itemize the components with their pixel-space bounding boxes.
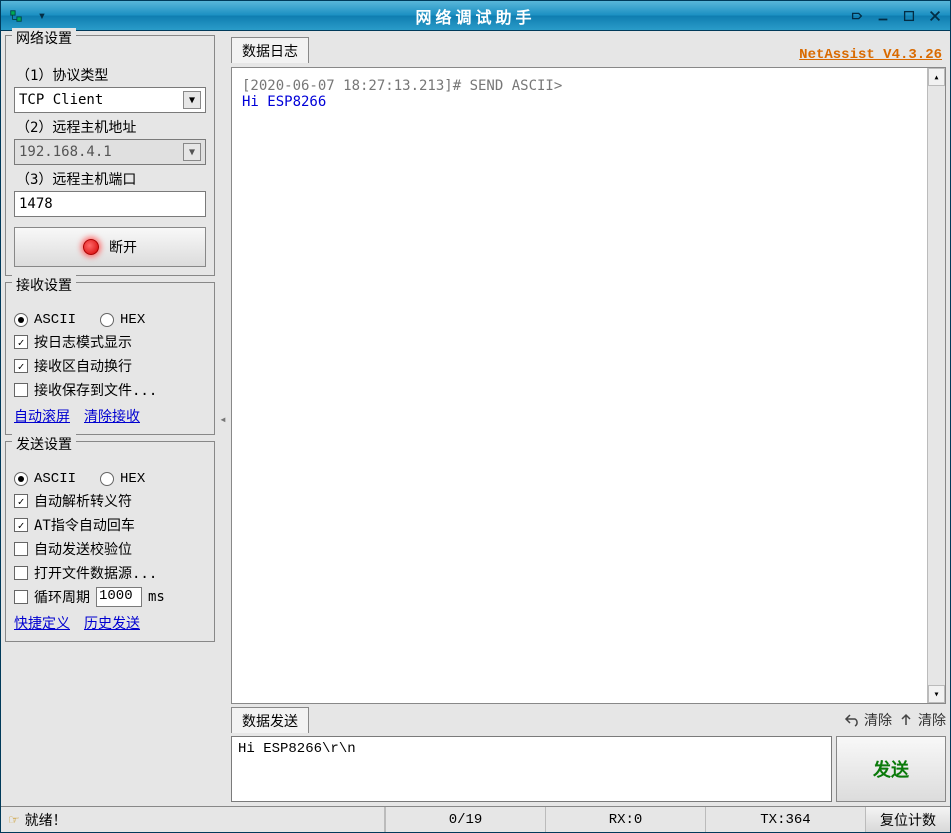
send-escape-checkbox[interactable] — [14, 494, 28, 508]
quick-define-link[interactable]: 快捷定义 — [14, 613, 70, 633]
send-atcr-label: AT指令自动回车 — [34, 515, 135, 535]
recv-wrap-label: 接收区自动换行 — [34, 356, 132, 376]
pin-icon[interactable] — [846, 6, 868, 26]
send-tab[interactable]: 数据发送 — [231, 707, 309, 733]
remote-host-select[interactable]: 192.168.4.1 ▼ — [14, 139, 206, 165]
disconnect-button[interactable]: 断开 — [14, 227, 206, 267]
send-openfile-checkbox[interactable] — [14, 566, 28, 580]
status-tx: TX:364 — [705, 807, 865, 832]
clear-left-button[interactable]: 清除 — [844, 710, 892, 730]
chevron-down-icon: ▼ — [183, 91, 201, 109]
send-settings-legend: 发送设置 — [12, 434, 76, 454]
remote-port-label: （3）远程主机端口 — [16, 169, 206, 189]
network-settings-group: 网络设置 （1）协议类型 TCP Client ▼ （2）远程主机地址 192.… — [5, 35, 215, 276]
status-bytes: 0/19 — [385, 807, 545, 832]
log-meta-line: [2020-06-07 18:27:13.213]# SEND ASCII> — [242, 78, 921, 94]
recording-dot-icon — [83, 239, 99, 255]
send-input[interactable]: Hi ESP8266\r\n — [231, 736, 832, 802]
send-button[interactable]: 发送 — [836, 736, 946, 802]
send-cycle-input[interactable]: 1000 — [96, 587, 142, 607]
sidebar: 网络设置 （1）协议类型 TCP Client ▼ （2）远程主机地址 192.… — [5, 35, 215, 802]
send-escape-label: 自动解析转义符 — [34, 491, 132, 511]
clear-right-button[interactable]: 清除 — [898, 710, 946, 730]
send-cycle-unit: ms — [148, 589, 165, 605]
window-title: 网络调试助手 — [1, 4, 950, 28]
log-body-line: Hi ESP8266 — [242, 94, 921, 110]
recv-save-label: 接收保存到文件... — [34, 380, 157, 400]
remote-port-input[interactable]: 1478 — [14, 191, 206, 217]
close-icon[interactable] — [924, 6, 946, 26]
clear-left-label: 清除 — [864, 710, 892, 730]
protocol-label: （1）协议类型 — [16, 65, 206, 85]
recv-ascii-label: ASCII — [34, 312, 76, 328]
statusbar: ☞ 就绪！ 0/19 RX:0 TX:364 复位计数 — [1, 806, 950, 832]
remote-host-label: （2）远程主机地址 — [16, 117, 206, 137]
scroll-down-icon[interactable]: ▾ — [928, 685, 945, 703]
pointer-icon: ☞ — [9, 810, 19, 829]
log-header: 数据日志 NetAssist V4.3.26 — [231, 35, 946, 63]
recv-logmode-checkbox[interactable] — [14, 335, 28, 349]
content-pane: 数据日志 NetAssist V4.3.26 [2020-06-07 18:27… — [231, 35, 946, 802]
maximize-icon[interactable] — [898, 6, 920, 26]
status-ready: 就绪！ — [25, 810, 67, 830]
protocol-value: TCP Client — [19, 92, 103, 108]
clear-right-label: 清除 — [918, 710, 946, 730]
remote-port-value: 1478 — [19, 196, 53, 212]
recv-ascii-radio[interactable] — [14, 313, 28, 327]
recv-wrap-checkbox[interactable] — [14, 359, 28, 373]
dropdown-icon[interactable]: ▾ — [31, 6, 53, 26]
send-ascii-radio[interactable] — [14, 472, 28, 486]
send-checksum-label: 自动发送校验位 — [34, 539, 132, 559]
history-send-link[interactable]: 历史发送 — [84, 613, 140, 633]
scroll-up-icon[interactable]: ▴ — [928, 68, 945, 86]
send-hex-label: HEX — [120, 471, 145, 487]
app-icon — [5, 6, 27, 26]
undo-icon — [844, 712, 860, 728]
version-link[interactable]: NetAssist V4.3.26 — [799, 47, 946, 63]
recv-hex-label: HEX — [120, 312, 145, 328]
log-area[interactable]: [2020-06-07 18:27:13.213]# SEND ASCII> H… — [231, 67, 946, 704]
send-hex-radio[interactable] — [100, 472, 114, 486]
clear-recv-link[interactable]: 清除接收 — [84, 406, 140, 426]
network-settings-legend: 网络设置 — [12, 28, 76, 48]
titlebar: ▾ 网络调试助手 — [1, 1, 950, 31]
recv-logmode-label: 按日志模式显示 — [34, 332, 132, 352]
recv-save-checkbox[interactable] — [14, 383, 28, 397]
send-header: 数据发送 清除 清除 — [231, 708, 946, 732]
receive-settings-legend: 接收设置 — [12, 275, 76, 295]
send-atcr-checkbox[interactable] — [14, 518, 28, 532]
recv-hex-radio[interactable] — [100, 313, 114, 327]
auto-scroll-link[interactable]: 自动滚屏 — [14, 406, 70, 426]
up-icon — [898, 712, 914, 728]
minimize-icon[interactable] — [872, 6, 894, 26]
remote-host-value: 192.168.4.1 — [19, 144, 112, 160]
splitter-handle[interactable]: ◂ — [219, 35, 227, 802]
reset-counter-button[interactable]: 复位计数 — [865, 807, 950, 832]
app-window: ▾ 网络调试助手 网络设置 （1）协议类型 — [0, 0, 951, 833]
send-checksum-checkbox[interactable] — [14, 542, 28, 556]
chevron-down-icon: ▼ — [183, 143, 201, 161]
send-openfile-label: 打开文件数据源... — [34, 563, 157, 583]
status-rx: RX:0 — [545, 807, 705, 832]
receive-settings-group: 接收设置 ASCII HEX 按日志模式显示 接收区自动换行 接收保存到文件..… — [5, 282, 215, 435]
send-cycle-label: 循环周期 — [34, 587, 90, 607]
protocol-select[interactable]: TCP Client ▼ — [14, 87, 206, 113]
send-cycle-checkbox[interactable] — [14, 590, 28, 604]
send-ascii-label: ASCII — [34, 471, 76, 487]
send-settings-group: 发送设置 ASCII HEX 自动解析转义符 AT指令自动回车 自动发送校验位 … — [5, 441, 215, 642]
disconnect-label: 断开 — [109, 237, 137, 257]
log-tab[interactable]: 数据日志 — [231, 37, 309, 63]
scrollbar[interactable]: ▴ ▾ — [927, 68, 945, 703]
